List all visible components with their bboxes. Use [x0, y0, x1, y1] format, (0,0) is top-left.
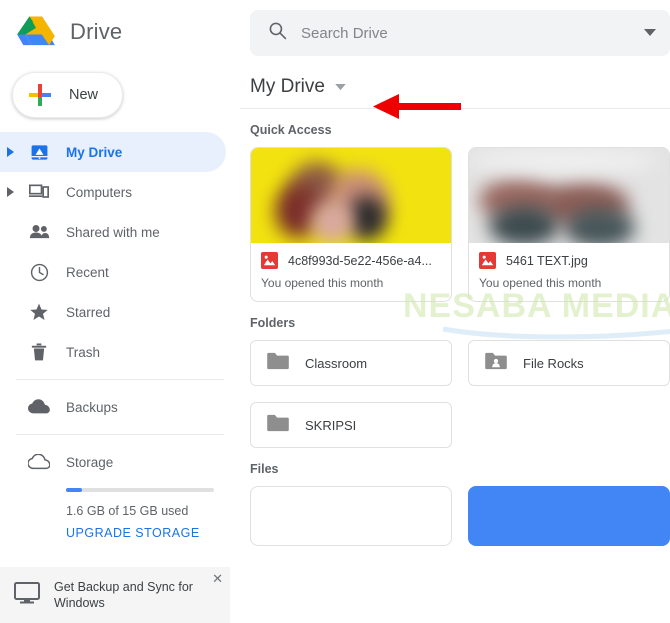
sidebar-item-computers[interactable]: Computers	[0, 172, 226, 212]
promo-text: Get Backup and Sync for Windows	[54, 580, 193, 610]
page-title: My Drive	[250, 76, 325, 97]
caret-down-icon[interactable]	[335, 78, 346, 96]
cloud-outline-icon	[22, 454, 56, 470]
sidebar-item-trash[interactable]: Trash	[0, 332, 226, 372]
sidebar-item-shared-with-me[interactable]: Shared with me	[0, 212, 226, 252]
search-bar[interactable]	[250, 10, 670, 56]
file-card-selected[interactable]	[468, 486, 670, 546]
card-meta: 4c8f993d-5e22-456e-a4... You opened this…	[251, 243, 451, 301]
sidebar-nav: My Drive Computers Shared with me Recent…	[0, 126, 240, 542]
folder-icon	[267, 414, 289, 437]
quick-access-grid: 4c8f993d-5e22-456e-a4... You opened this…	[240, 137, 670, 302]
star-icon	[22, 302, 56, 322]
brand-title: Drive	[70, 19, 123, 44]
storage-row[interactable]: Storage	[0, 442, 240, 482]
search-input[interactable]	[301, 24, 630, 42]
folder-card[interactable]: Classroom	[250, 340, 452, 386]
new-button[interactable]: New	[12, 72, 124, 118]
folder-card[interactable]: SKRIPSI	[250, 402, 452, 448]
storage-label: Storage	[66, 454, 114, 470]
folder-card[interactable]: File Rocks	[468, 340, 670, 386]
google-drive-window: Drive New My Drive Computers Shared with…	[0, 0, 670, 623]
clock-icon	[22, 263, 56, 282]
monitor-icon	[14, 581, 40, 610]
google-drive-logo	[16, 14, 56, 50]
file-subtitle: You opened this month	[479, 276, 602, 290]
file-card[interactable]	[250, 486, 452, 546]
folder-icon	[267, 352, 289, 375]
upgrade-storage-link[interactable]: UPGRADE STORAGE	[66, 526, 200, 540]
file-name: 4c8f993d-5e22-456e-a4...	[288, 253, 432, 268]
folders-grid: Classroom File Rocks SKRIPSI	[240, 330, 670, 448]
computers-icon	[22, 183, 56, 201]
file-subtitle: You opened this month	[261, 276, 384, 290]
new-button-wrap: New	[0, 64, 240, 126]
image-file-icon	[261, 252, 278, 269]
sidebar-item-recent[interactable]: Recent	[0, 252, 226, 292]
search-icon	[268, 21, 287, 45]
files-grid	[240, 476, 670, 546]
sidebar-item-starred[interactable]: Starred	[0, 292, 226, 332]
image-file-icon	[479, 252, 496, 269]
brand: Drive	[0, 0, 240, 64]
chevron-down-icon[interactable]	[644, 24, 656, 42]
sidebar-item-label: My Drive	[66, 144, 123, 160]
files-title: Files	[250, 462, 279, 476]
card-meta: 5461 TEXT.jpg You opened this month	[469, 243, 669, 301]
shared-folder-icon	[485, 352, 507, 375]
people-icon	[22, 224, 56, 240]
sidebar-item-my-drive[interactable]: My Drive	[0, 132, 226, 172]
storage-section: Storage 1.6 GB of 15 GB used UPGRADE STO…	[0, 442, 240, 542]
sidebar-item-label: Trash	[66, 344, 101, 360]
cloud-filled-icon	[22, 399, 56, 415]
sidebar-item-label: Starred	[66, 304, 111, 320]
thumbnail-image	[469, 148, 669, 243]
sidebar-item-label: Computers	[66, 184, 133, 200]
expand-caret-icon[interactable]	[0, 147, 22, 157]
sidebar-item-label: Recent	[66, 264, 109, 280]
backup-sync-promo[interactable]: Get Backup and Sync for Windows ✕	[0, 567, 230, 623]
new-button-label: New	[69, 87, 99, 103]
sidebar: Drive New My Drive Computers Shared with…	[0, 0, 240, 623]
sidebar-divider	[16, 379, 224, 380]
storage-progress-track	[66, 488, 214, 492]
sidebar-item-backups[interactable]: Backups	[0, 387, 226, 427]
sidebar-item-label: Shared with me	[66, 224, 160, 240]
folder-name: SKRIPSI	[305, 417, 357, 433]
quick-access-title: Quick Access	[250, 123, 332, 137]
folder-name: Classroom	[305, 355, 368, 371]
sidebar-divider-2	[16, 434, 224, 435]
main-content: My Drive Quick Access	[240, 0, 670, 623]
file-name: 5461 TEXT.jpg	[506, 253, 588, 268]
sidebar-item-label: Backups	[66, 399, 118, 415]
folders-title: Folders	[250, 316, 296, 330]
folder-name: File Rocks	[523, 355, 584, 371]
breadcrumb[interactable]: My Drive	[240, 56, 670, 100]
storage-progress-fill	[66, 488, 83, 492]
quick-access-card[interactable]: 4c8f993d-5e22-456e-a4... You opened this…	[250, 147, 452, 302]
expand-caret-icon[interactable]	[0, 187, 22, 197]
trash-icon	[22, 342, 56, 362]
quick-access-card[interactable]: 5461 TEXT.jpg You opened this month	[468, 147, 670, 302]
my-drive-icon	[22, 143, 56, 162]
plus-icon	[29, 84, 51, 106]
close-icon[interactable]: ✕	[212, 572, 223, 585]
thumbnail-image	[251, 148, 451, 243]
storage-used-text: 1.6 GB of 15 GB used	[66, 504, 189, 518]
